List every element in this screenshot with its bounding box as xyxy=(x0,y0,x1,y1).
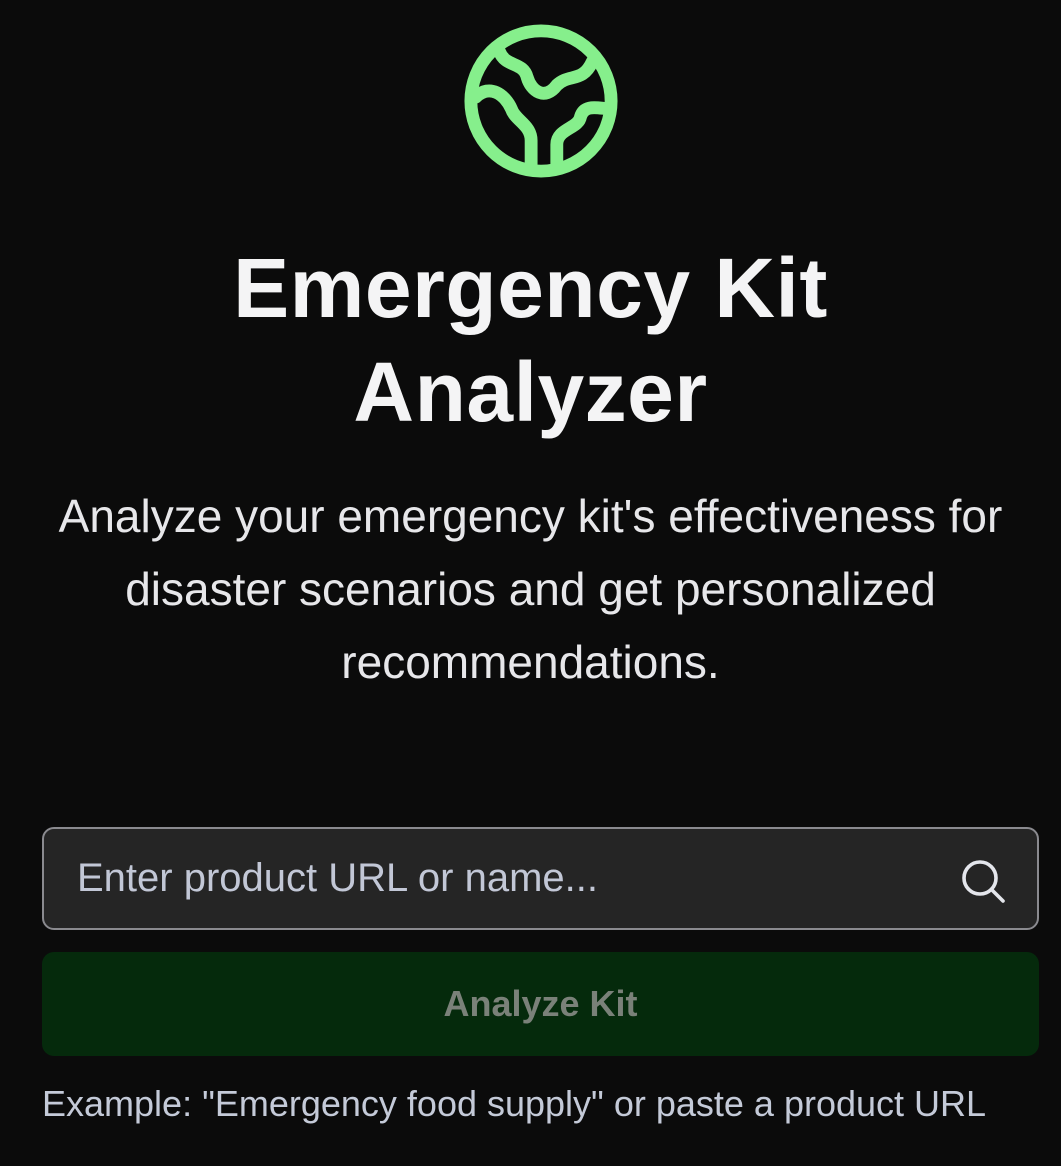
page-title-line-1: Emergency Kit xyxy=(233,241,828,335)
page-subtitle: Analyze your emergency kit's effectivene… xyxy=(58,490,1003,688)
search-icon[interactable] xyxy=(959,857,1007,905)
search-input[interactable] xyxy=(44,829,924,928)
analyze-kit-button[interactable]: Analyze Kit xyxy=(42,952,1039,1056)
page-title: Emergency Kit Analyzer xyxy=(0,236,1061,444)
search-box xyxy=(42,827,1039,930)
globe-icon xyxy=(462,22,620,180)
page-title-line-2: Analyzer xyxy=(353,345,708,439)
example-hint: Example: "Emergency food supply" or past… xyxy=(42,1083,987,1124)
